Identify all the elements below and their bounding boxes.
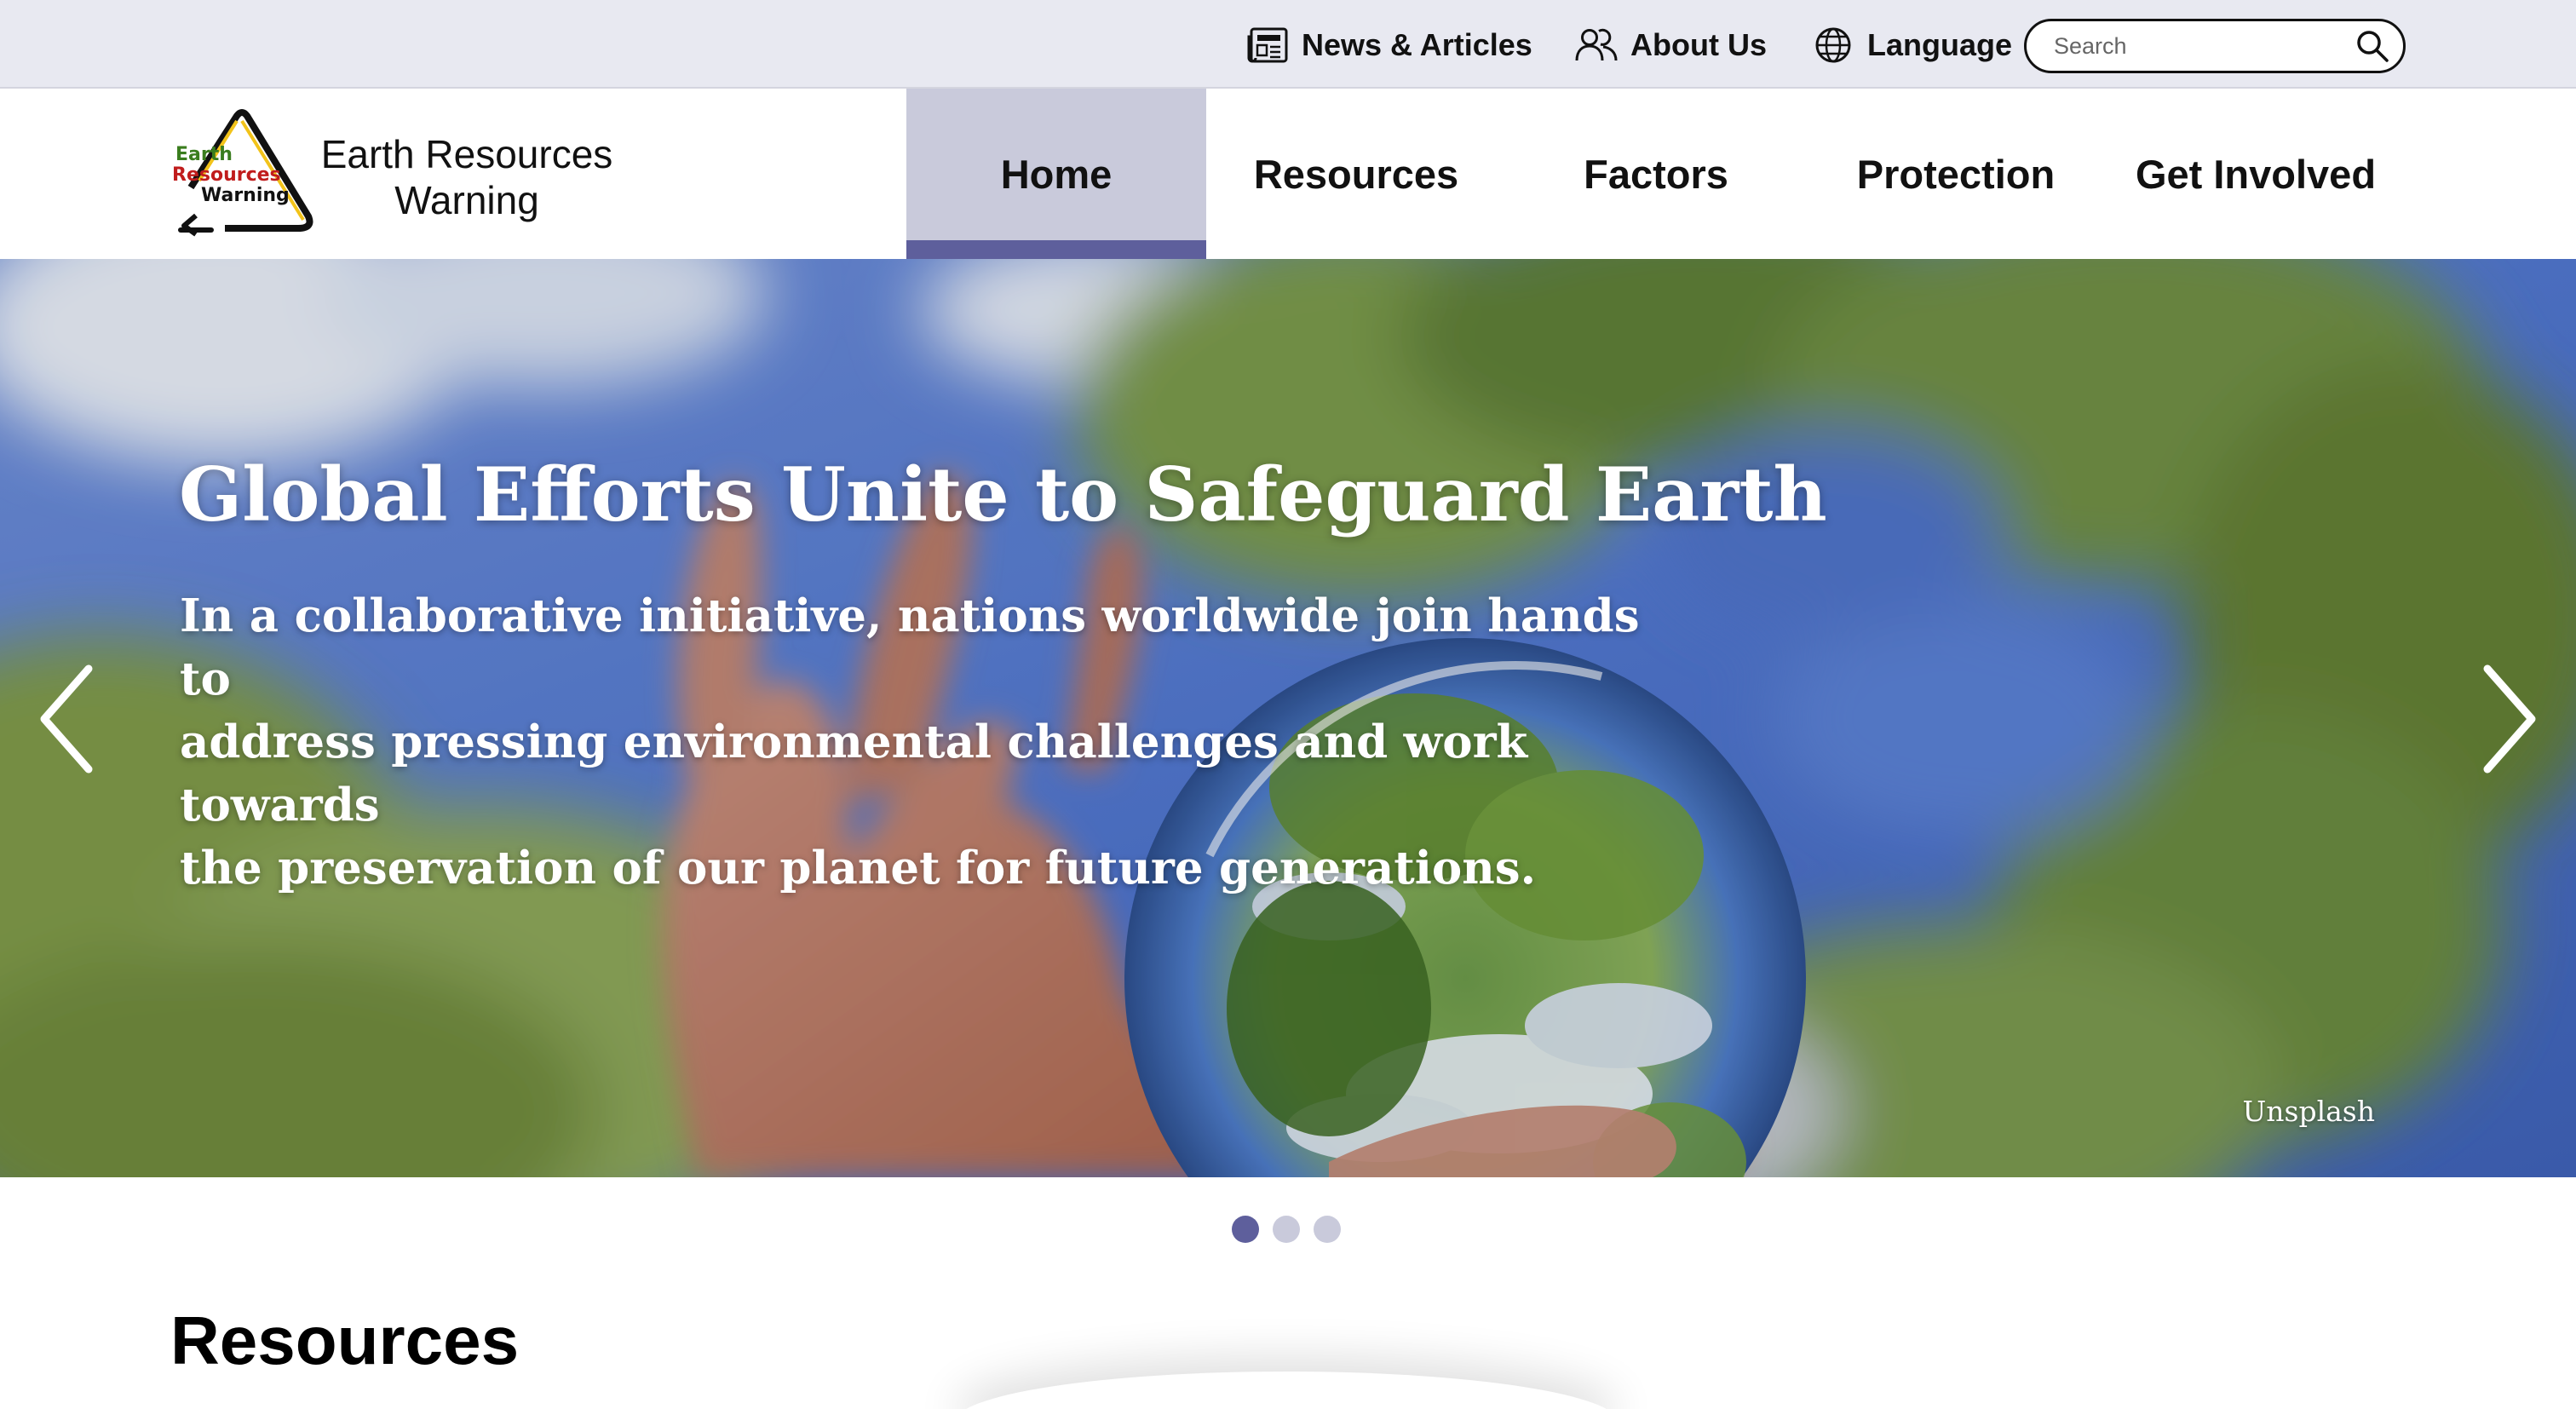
nav-get-involved-label: Get Involved: [2135, 151, 2377, 197]
hero-subtitle-line: In a collaborative initiative, nations w…: [180, 589, 1640, 705]
news-articles-link[interactable]: News & Articles: [1245, 22, 1532, 68]
carousel-dot-2[interactable]: [1273, 1216, 1300, 1243]
carousel-dot-1[interactable]: [1232, 1216, 1259, 1243]
about-us-label: About Us: [1630, 27, 1767, 62]
users-icon: [1574, 23, 1619, 67]
nav-factors-label: Factors: [1584, 151, 1728, 197]
chevron-right-icon: [2483, 664, 2536, 774]
nav-home-label: Home: [1000, 151, 1113, 197]
site-title-line1: Earth Resources: [320, 132, 613, 176]
language-label: Language: [1867, 27, 2013, 62]
carousel-dot-3[interactable]: [1314, 1216, 1341, 1243]
site-title-line2: Warning: [394, 178, 539, 222]
main-header: Earth Resources Warning Earth Resources …: [0, 89, 2576, 259]
nav-protection[interactable]: Protection: [1806, 89, 2106, 259]
hero-subtitle-line: address pressing environmental challenge…: [180, 716, 1528, 831]
globe-icon: [1811, 23, 1855, 67]
hero-title: Global Efforts Unite to Safeguard Earth: [179, 451, 1827, 538]
carousel-next-button[interactable]: [2472, 659, 2549, 779]
svg-text:Resources: Resources: [172, 164, 281, 186]
newspaper-icon: [1245, 23, 1290, 67]
resource-card-preview: [954, 1372, 1619, 1409]
nav-get-involved[interactable]: Get Involved: [2106, 89, 2406, 259]
language-selector[interactable]: Language: [1811, 22, 2012, 68]
carousel-indicators: [1232, 1216, 1341, 1245]
carousel-prev-button[interactable]: [27, 659, 104, 779]
site-logo[interactable]: Earth Resources Warning: [170, 109, 315, 239]
about-us-link[interactable]: About Us: [1574, 22, 1767, 68]
search-box: [2024, 19, 2406, 73]
svg-text:Earth: Earth: [175, 144, 233, 165]
svg-text:Warning: Warning: [201, 185, 290, 206]
nav-factors[interactable]: Factors: [1506, 89, 1806, 259]
nav-resources[interactable]: Resources: [1206, 89, 1506, 259]
hero-subtitle: In a collaborative initiative, nations w…: [180, 584, 1670, 900]
chevron-left-icon: [40, 664, 93, 774]
news-articles-label: News & Articles: [1302, 27, 1532, 62]
nav-resources-label: Resources: [1253, 151, 1459, 197]
site-title[interactable]: Earth Resources Warning: [308, 131, 625, 223]
search-input[interactable]: [2054, 32, 2355, 60]
nav-home[interactable]: Home: [906, 89, 1206, 259]
hero-subtitle-line: the preservation of our planet for futur…: [180, 842, 1537, 894]
search-icon[interactable]: [2355, 26, 2389, 66]
hero-carousel: Global Efforts Unite to Safeguard Earth …: [0, 259, 2576, 1177]
nav-protection-label: Protection: [1856, 151, 2056, 197]
utility-bar: News & Articles About Us Language: [0, 0, 2576, 89]
section-title-resources: Resources: [170, 1303, 520, 1378]
image-credit: Unsplash: [2242, 1095, 2375, 1128]
